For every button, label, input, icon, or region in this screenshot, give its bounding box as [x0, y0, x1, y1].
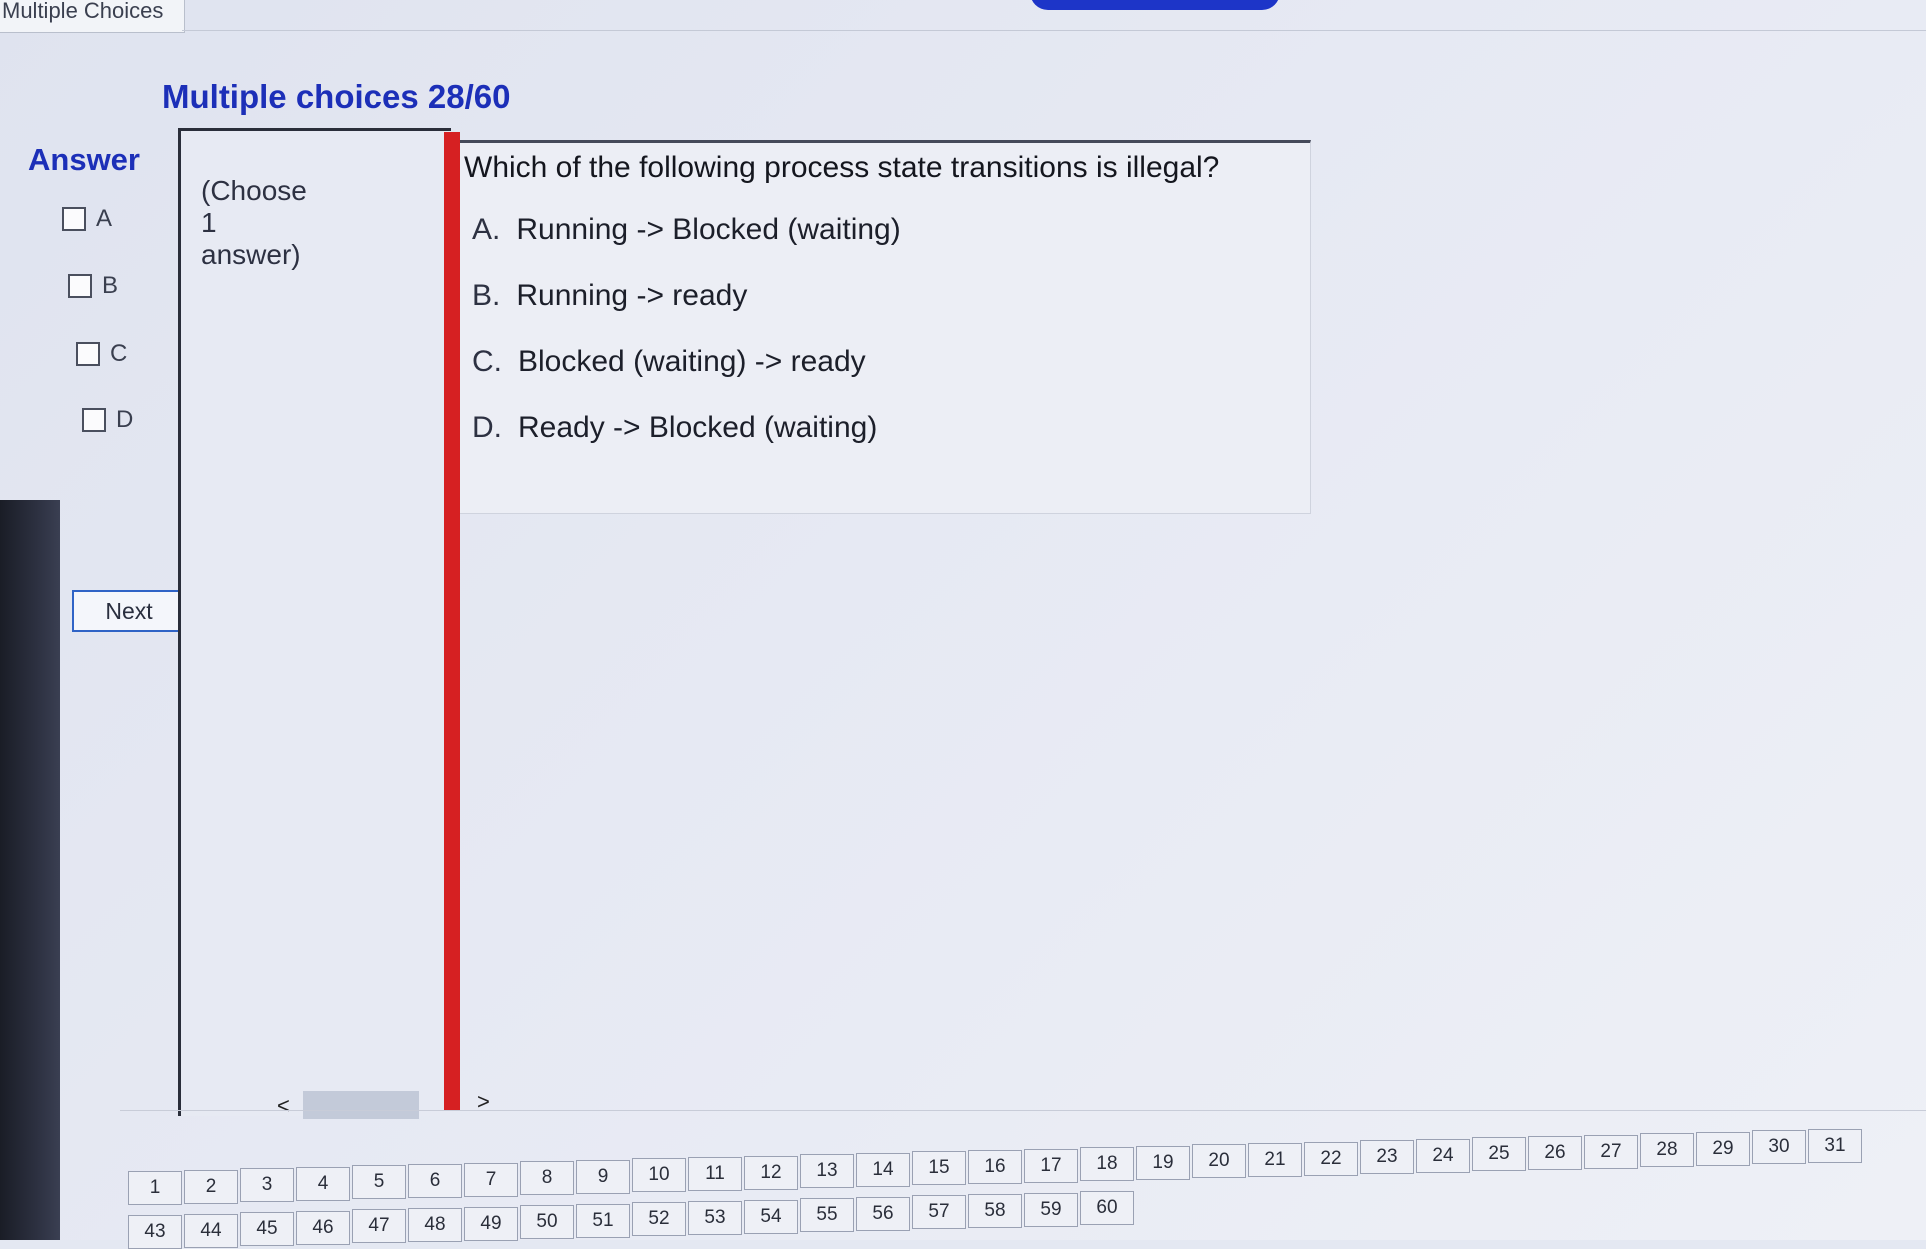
question-nav-button[interactable]: 50 [520, 1205, 574, 1240]
instruction-line-1: (Choose [201, 175, 307, 206]
question-nav-button[interactable]: 2 [184, 1169, 238, 1204]
option-a[interactable]: A [62, 205, 112, 233]
question-nav-button[interactable]: 49 [464, 1206, 518, 1241]
question-nav-button[interactable]: 29 [1696, 1131, 1750, 1166]
question-nav-button[interactable]: 11 [688, 1157, 742, 1191]
question-nav-button[interactable]: 7 [464, 1162, 518, 1197]
choice-d: D. Ready -> Blocked (waiting) [472, 411, 877, 445]
choice-d-text: Ready -> Blocked (waiting) [518, 411, 878, 444]
question-nav-button[interactable]: 48 [408, 1208, 462, 1242]
question-nav-button[interactable]: 12 [744, 1155, 798, 1190]
choice-b-text: Running -> ready [516, 279, 748, 312]
question-nav-button[interactable]: 53 [688, 1201, 742, 1235]
choice-a-letter: A. [472, 213, 501, 246]
choice-c-letter: C. [472, 345, 502, 378]
question-nav-button[interactable]: 60 [1080, 1191, 1134, 1226]
choice-a: A. Running -> Blocked (waiting) [472, 213, 901, 247]
option-d-label: D [116, 406, 134, 433]
question-nav-button[interactable]: 44 [184, 1213, 238, 1248]
question-text: Which of the following process state tra… [464, 151, 1220, 184]
choice-c-text: Blocked (waiting) -> ready [518, 345, 866, 378]
question-nav-button[interactable]: 23 [1360, 1140, 1414, 1175]
question-nav-button[interactable]: 16 [968, 1150, 1022, 1184]
question-nav-button[interactable]: 24 [1416, 1138, 1470, 1173]
question-nav-button[interactable]: 5 [352, 1165, 406, 1200]
question-nav-button[interactable]: 59 [1024, 1192, 1078, 1227]
option-c-checkbox[interactable] [76, 342, 100, 366]
question-nav-button[interactable]: 52 [632, 1202, 686, 1237]
option-b-checkbox[interactable] [68, 274, 92, 298]
window-tab[interactable]: Multiple Choices [0, 0, 185, 33]
question-nav-button[interactable]: 47 [352, 1209, 406, 1244]
question-nav-button[interactable]: 45 [240, 1212, 294, 1247]
next-button[interactable]: Next [72, 590, 186, 632]
option-a-checkbox[interactable] [62, 207, 86, 231]
question-nav-button[interactable]: 3 [240, 1168, 294, 1203]
question-nav-button[interactable]: 30 [1752, 1130, 1806, 1165]
page-title: Multiple choices 28/60 [162, 78, 511, 115]
question-nav-button[interactable]: 13 [800, 1154, 854, 1189]
question-nav-button[interactable]: 58 [968, 1194, 1022, 1228]
option-d[interactable]: D [82, 406, 133, 434]
brand-logo [1030, 0, 1280, 10]
question-nav-button[interactable]: 17 [1024, 1148, 1078, 1183]
question-nav-button[interactable]: 55 [800, 1198, 854, 1233]
question-nav-button[interactable]: 4 [296, 1166, 350, 1201]
question-nav-button[interactable]: 6 [408, 1164, 462, 1198]
question-nav-button[interactable]: 19 [1136, 1145, 1190, 1180]
choice-a-text: Running -> Blocked (waiting) [516, 213, 901, 246]
question-nav-button[interactable]: 14 [856, 1152, 910, 1187]
question-nav-button[interactable]: 56 [856, 1196, 910, 1231]
option-d-checkbox[interactable] [82, 408, 106, 432]
question-nav-button[interactable]: 57 [912, 1195, 966, 1230]
panel-divider[interactable] [444, 132, 460, 1110]
option-a-label: A [96, 205, 113, 232]
question-nav-button[interactable]: 20 [1192, 1144, 1246, 1179]
option-c[interactable]: C [76, 340, 127, 368]
choice-b-letter: B. [472, 279, 501, 312]
instruction-line-2: 1 [201, 207, 217, 238]
question-nav-button[interactable]: 1 [128, 1171, 182, 1205]
question-nav-button[interactable]: 18 [1080, 1147, 1134, 1182]
question-nav-button[interactable]: 27 [1584, 1134, 1638, 1169]
question-nav-button[interactable]: 54 [744, 1199, 798, 1234]
instruction-line-3: answer) [201, 239, 301, 270]
top-divider [182, 30, 1926, 31]
question-nav-button[interactable]: 28 [1640, 1133, 1694, 1168]
question-nav-button[interactable]: 43 [128, 1215, 182, 1249]
question-nav-button[interactable]: 8 [520, 1161, 574, 1196]
option-c-label: C [110, 340, 128, 367]
question-nav-button[interactable]: 9 [576, 1159, 630, 1194]
question-nav-button[interactable]: 22 [1304, 1141, 1358, 1176]
question-nav-button[interactable]: 31 [1808, 1129, 1862, 1163]
instruction-text: (Choose 1 answer) [201, 175, 321, 271]
question-nav-button[interactable]: 25 [1472, 1137, 1526, 1172]
question-nav-button[interactable]: 15 [912, 1151, 966, 1186]
choice-d-letter: D. [472, 411, 502, 444]
question-box: Which of the following process state tra… [460, 140, 1311, 514]
choice-c: C. Blocked (waiting) -> ready [472, 345, 866, 379]
question-nav-button[interactable]: 10 [632, 1158, 686, 1193]
option-b[interactable]: B [68, 272, 118, 300]
screen: Multiple Choices Multiple choices 28/60 … [0, 0, 1926, 1249]
choice-b: B. Running -> ready [472, 279, 747, 313]
instruction-panel: (Choose 1 answer) < > [178, 128, 490, 1119]
answer-heading: Answer [28, 142, 140, 177]
option-b-label: B [102, 272, 119, 299]
question-nav-button[interactable]: 21 [1248, 1143, 1302, 1177]
question-nav-button[interactable]: 51 [576, 1203, 630, 1238]
question-nav-button[interactable]: 26 [1528, 1136, 1582, 1170]
question-navigator: 1 2 3 4 5 6 7 8 9 10 11 12 13 14 15 16 17 18 19 20 21 22 23 24 2… [120, 1110, 1926, 1249]
monitor-bezel [0, 500, 60, 1240]
